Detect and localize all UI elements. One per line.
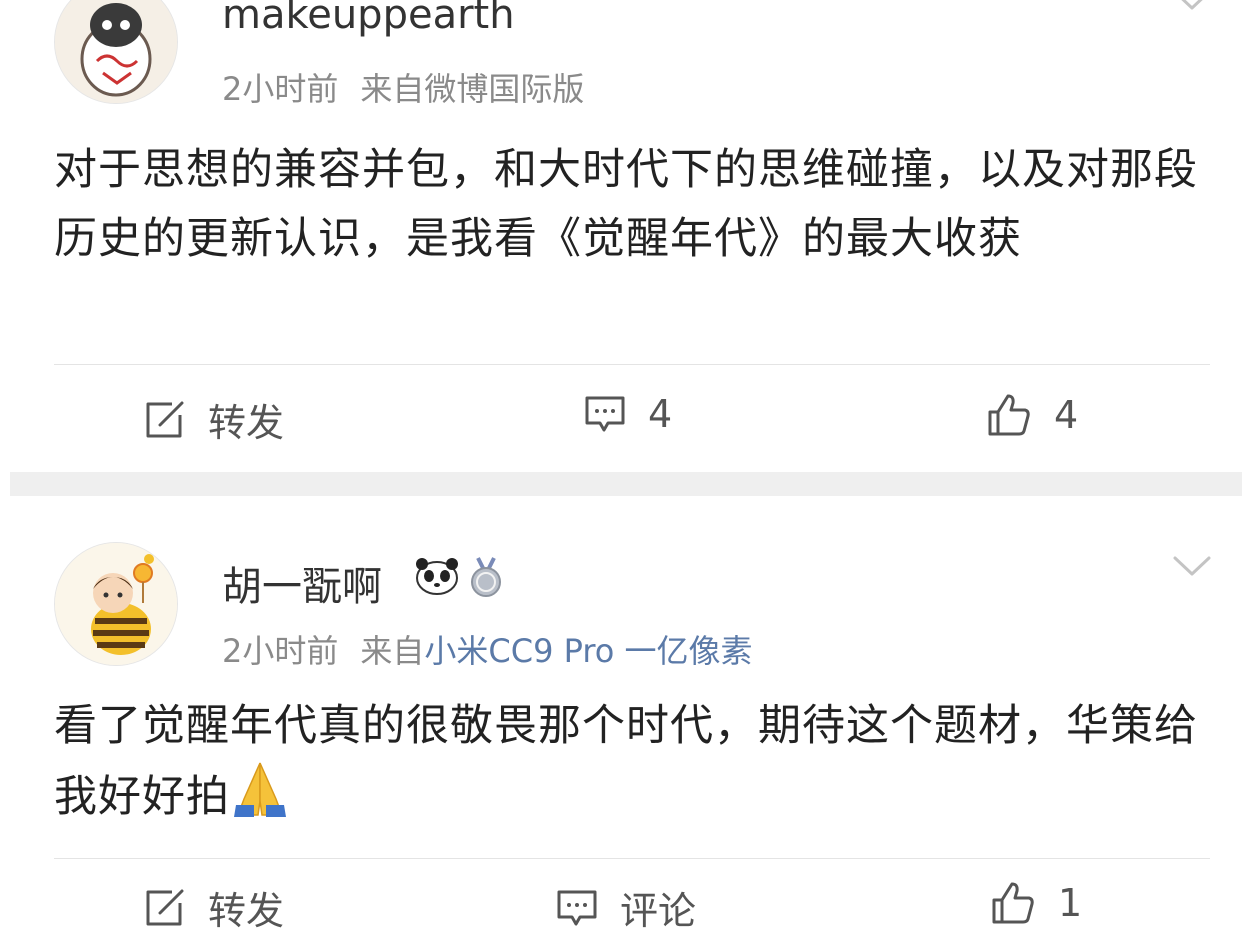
repost-label: 转发 bbox=[208, 889, 285, 933]
like-button[interactable]: 1 bbox=[990, 880, 1082, 926]
source-prefix: 来自 bbox=[360, 70, 425, 108]
answer-medal-icon[interactable] bbox=[466, 556, 506, 598]
chevron-down-icon[interactable] bbox=[1172, 0, 1212, 12]
post-time: 2小时前 bbox=[222, 70, 339, 108]
post-meta: 2小时前 来自小米CC9 Pro 一亿像素 bbox=[222, 626, 753, 672]
repost-label: 转发 bbox=[208, 401, 285, 445]
repost-button[interactable]: 转发 bbox=[144, 880, 284, 935]
avatar[interactable] bbox=[54, 542, 178, 666]
repost-icon bbox=[146, 889, 184, 925]
post-meta: 2小时前 来自微博国际版 bbox=[222, 64, 584, 110]
pray-emoji bbox=[234, 762, 286, 817]
repost-icon bbox=[146, 401, 184, 437]
comment-button[interactable]: 4 bbox=[584, 392, 672, 436]
source-prefix: 来自 bbox=[360, 632, 425, 670]
source-link[interactable]: 小米CC9 Pro 一亿像素 bbox=[424, 632, 752, 670]
source-name: 微博国际版 bbox=[424, 70, 585, 108]
post-separator bbox=[10, 472, 1242, 496]
feed-post: 胡一翫啊 2小时前 来自小米CC9 Pro 一亿像素 看了觉醒年代真的很敬畏那个时… bbox=[0, 496, 1242, 935]
username[interactable]: 胡一翫啊 bbox=[222, 554, 382, 612]
username[interactable]: makeuppearth bbox=[222, 0, 515, 38]
panda-badge-icon[interactable] bbox=[414, 556, 460, 596]
comment-icon bbox=[557, 890, 597, 925]
avatar[interactable] bbox=[54, 0, 178, 104]
post-content: 看了觉醒年代真的很敬畏那个时代，期待这个题材，华策给我好好拍 bbox=[54, 692, 1204, 832]
thumbs-up-icon bbox=[988, 394, 1030, 436]
divider bbox=[54, 364, 1210, 365]
user-badges bbox=[414, 556, 506, 598]
thumbs-up-icon bbox=[992, 882, 1034, 924]
repost-button[interactable]: 转发 bbox=[144, 392, 284, 447]
like-count: 1 bbox=[1058, 881, 1083, 925]
post-content-text: 看了觉醒年代真的很敬畏那个时代，期待这个题材，华策给我好好拍 bbox=[54, 701, 1198, 822]
chevron-down-icon[interactable] bbox=[1172, 554, 1212, 578]
post-time: 2小时前 bbox=[222, 632, 339, 670]
comment-button[interactable]: 评论 bbox=[556, 880, 696, 935]
comment-label: 评论 bbox=[620, 889, 697, 933]
comment-icon bbox=[585, 396, 625, 432]
like-count: 4 bbox=[1054, 393, 1079, 437]
post-content: 对于思想的兼容并包，和大时代下的思维碰撞，以及对那段历史的更新认识，是我看《觉醒… bbox=[54, 145, 1198, 264]
like-button[interactable]: 4 bbox=[986, 392, 1078, 438]
comment-count: 4 bbox=[648, 392, 673, 436]
divider bbox=[54, 858, 1210, 859]
feed-post: makeuppearth 2小时前 来自微博国际版 对于思想的兼容并包，和大时代下… bbox=[0, 0, 1242, 472]
